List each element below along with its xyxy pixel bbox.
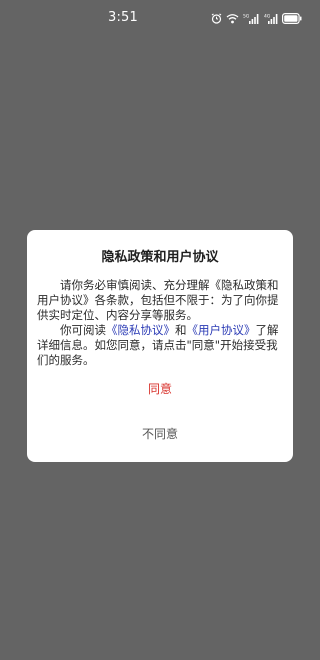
agree-button[interactable]: 同意 xyxy=(27,376,293,402)
dialog-paragraph-1: 请你务必审慎阅读、充分理解《隐私政策和用户协议》各条款，包括但不限于：为了向你提… xyxy=(37,278,279,322)
signal-5g-icon: 5G xyxy=(243,13,260,24)
status-time: 3:51 xyxy=(108,10,138,25)
privacy-dialog: 隐私政策和用户协议 请你务必审慎阅读、充分理解《隐私政策和用户协议》各条款，包括… xyxy=(27,230,293,462)
dialog-body: 请你务必审慎阅读、充分理解《隐私政策和用户协议》各条款，包括但不限于：为了向你提… xyxy=(37,278,285,368)
signal-4g-icon: 4G xyxy=(264,13,278,24)
alarm-icon xyxy=(211,13,222,24)
battery-icon xyxy=(282,12,302,24)
svg-text:4G: 4G xyxy=(264,13,271,19)
svg-text:5G: 5G xyxy=(243,13,250,19)
dialog-paragraph-2: 你可阅读《隐私协议》和《用户协议》了解详细信息。如您同意，请点击"同意"开始接受… xyxy=(37,323,285,368)
dialog-title: 隐私政策和用户协议 xyxy=(101,250,219,265)
status-icons: 5G 4G xyxy=(211,11,302,25)
privacy-policy-link[interactable]: 《隐私协议》 xyxy=(106,323,175,337)
disagree-button[interactable]: 不同意 xyxy=(27,421,293,447)
paragraph-2-prefix: 你可阅读 xyxy=(60,323,106,337)
wifi-icon xyxy=(226,13,239,24)
status-bar: 3:51 5G 4G xyxy=(0,0,320,36)
user-agreement-link[interactable]: 《用户协议》 xyxy=(187,323,256,337)
paragraph-2-and: 和 xyxy=(175,323,187,337)
